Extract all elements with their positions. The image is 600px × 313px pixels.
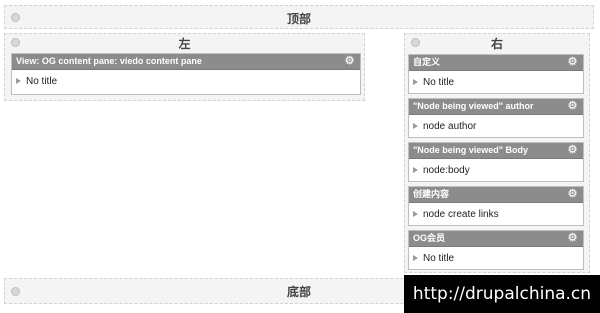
triangle-right-icon[interactable] (413, 79, 418, 85)
gear-icon[interactable]: ⚙ (567, 189, 578, 200)
triangle-right-icon[interactable] (413, 255, 418, 261)
triangle-right-icon[interactable] (16, 78, 21, 84)
pane-header[interactable]: View: OG content pane: viedo content pan… (12, 54, 360, 70)
gear-icon[interactable]: ⚙ (344, 56, 355, 67)
region-right-title: 右 (490, 37, 503, 51)
pane-header-title: 自定义 (413, 57, 441, 67)
pane-header[interactable]: "Node being viewed" Body ⚙ (409, 143, 583, 159)
pane-content-label: node:body (423, 165, 470, 176)
pane-content-label: node create links (423, 209, 499, 220)
gear-icon[interactable]: ⚙ (567, 57, 578, 68)
triangle-right-icon[interactable] (413, 167, 418, 173)
gear-icon[interactable]: ⚙ (567, 101, 578, 112)
pane-content-label: No title (26, 76, 58, 87)
triangle-right-icon[interactable] (413, 211, 418, 217)
pane-content-label: No title (423, 77, 455, 88)
pane-node-author: "Node being viewed" author ⚙ node author (408, 98, 584, 138)
pane-content-label: node author (423, 121, 477, 132)
gear-icon[interactable]: ⚙ (567, 233, 578, 244)
pane-node-body: "Node being viewed" Body ⚙ node:body (408, 142, 584, 182)
pane-body: No title (12, 70, 360, 110)
gear-icon[interactable]: ⚙ (567, 145, 578, 156)
pane-og-member: OG会员 ⚙ No title (408, 230, 584, 270)
pane-header-title: "Node being viewed" Body (413, 145, 529, 155)
pane-og-content: View: OG content pane: viedo content pan… (11, 53, 361, 95)
pane-header[interactable]: OG会员 ⚙ (409, 231, 583, 247)
pane-custom: 自定义 ⚙ No title (408, 54, 584, 94)
pane-header-title: 创建内容 (413, 189, 450, 199)
pane-header-title: "Node being viewed" author (413, 101, 534, 111)
region-left-title: 左 (178, 37, 191, 51)
triangle-right-icon[interactable] (413, 123, 418, 129)
pane-header[interactable]: 自定义 ⚙ (409, 55, 583, 71)
pane-header[interactable]: "Node being viewed" author ⚙ (409, 99, 583, 115)
pane-header[interactable]: 创建内容 ⚙ (409, 187, 583, 203)
pane-content-label: No title (423, 253, 455, 264)
pane-create-content: 创建内容 ⚙ node create links (408, 186, 584, 226)
region-top-title: 顶部 (286, 12, 311, 26)
site-watermark: http://drupalchina.cn (404, 275, 600, 313)
pane-header-title: OG会员 (413, 233, 446, 243)
pane-header-title: View: OG content pane: viedo content pan… (16, 56, 202, 66)
region-top: 顶部 (4, 5, 594, 29)
